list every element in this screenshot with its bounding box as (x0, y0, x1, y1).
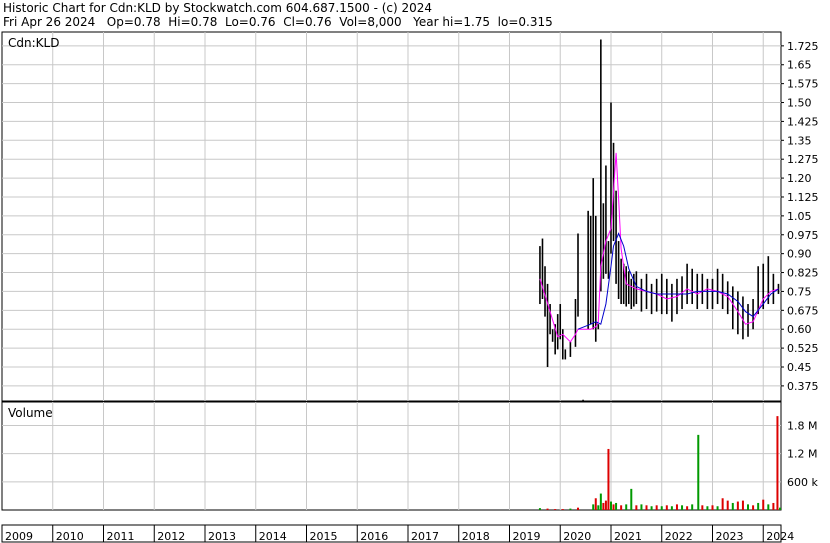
x-tick-label: 2022 (665, 530, 693, 543)
price-y-tick-label: 0.975 (787, 229, 819, 242)
price-y-tick-label: 1.275 (787, 153, 819, 166)
price-y-tick-labels: 1.725 1.65 1.575 1.50 1.425 1.35 1.275 1.20 1.12… (781, 40, 819, 393)
price-panel-title: Cdn:KLD (8, 36, 59, 50)
volume-panel-frame (1, 401, 782, 511)
price-y-tick-label: 1.35 (787, 134, 812, 147)
price-y-tick-label: 0.90 (787, 248, 812, 261)
price-y-tick-label: 1.425 (787, 115, 819, 128)
price-y-tick-label: 0.825 (787, 267, 819, 280)
volume-y-tick-label: 600 k (787, 476, 818, 489)
x-tick-label: 2015 (309, 530, 337, 543)
x-tick-label: 2009 (5, 530, 33, 543)
volume-panel: 1.8 M 1.2 M 600 k Volume (1, 401, 818, 511)
price-y-tick-label: 0.60 (787, 323, 812, 336)
price-y-tick-label: 1.50 (787, 97, 812, 110)
x-tick-label: 2014 (259, 530, 287, 543)
stock-chart: 1.725 1.65 1.575 1.50 1.425 1.35 1.275 1.20 1.12… (1, 31, 819, 543)
price-panel: 1.725 1.65 1.575 1.50 1.425 1.35 1.275 1.20 1.12… (1, 31, 819, 403)
x-tick-label: 2013 (208, 530, 236, 543)
x-tick-label: 2016 (360, 530, 388, 543)
price-y-tick-label: 1.20 (787, 172, 812, 185)
price-y-tick-label: 1.125 (787, 191, 819, 204)
price-panel-frame (1, 31, 782, 402)
volume-panel-title: Volume (8, 406, 53, 420)
x-tick-label: 2018 (462, 530, 490, 543)
x-tick-label: 2021 (614, 530, 642, 543)
x-tick-label: 2019 (512, 530, 540, 543)
x-tick-label: 2010 (56, 530, 84, 543)
price-y-tick-label: 0.525 (787, 342, 819, 355)
price-y-tick-label: 0.45 (787, 361, 812, 374)
price-y-tick-label: 1.65 (787, 59, 812, 72)
x-tick-label: 2017 (411, 530, 439, 543)
price-y-tick-label: 1.575 (787, 78, 819, 91)
volume-y-tick-label: 1.2 M (787, 448, 817, 461)
price-y-tick-label: 0.75 (787, 285, 812, 298)
x-tick-label: 2020 (563, 530, 591, 543)
price-y-tick-label: 1.05 (787, 210, 812, 223)
x-axis: 2009 2010 2011 2012 2013 2014 2015 2016 2017 2018… (1, 524, 794, 543)
price-y-tick-label: 0.675 (787, 304, 819, 317)
x-tick-label: 2023 (715, 530, 743, 543)
volume-y-tick-label: 1.8 M (787, 419, 817, 432)
price-y-tick-label: 0.375 (787, 380, 819, 393)
x-tick-label: 2011 (106, 530, 134, 543)
x-tick-label: 2024 (766, 530, 794, 543)
x-tick-label: 2012 (157, 530, 185, 543)
price-y-tick-label: 1.725 (787, 40, 819, 53)
volume-y-tick-labels: 1.8 M 1.2 M 600 k (787, 419, 818, 488)
